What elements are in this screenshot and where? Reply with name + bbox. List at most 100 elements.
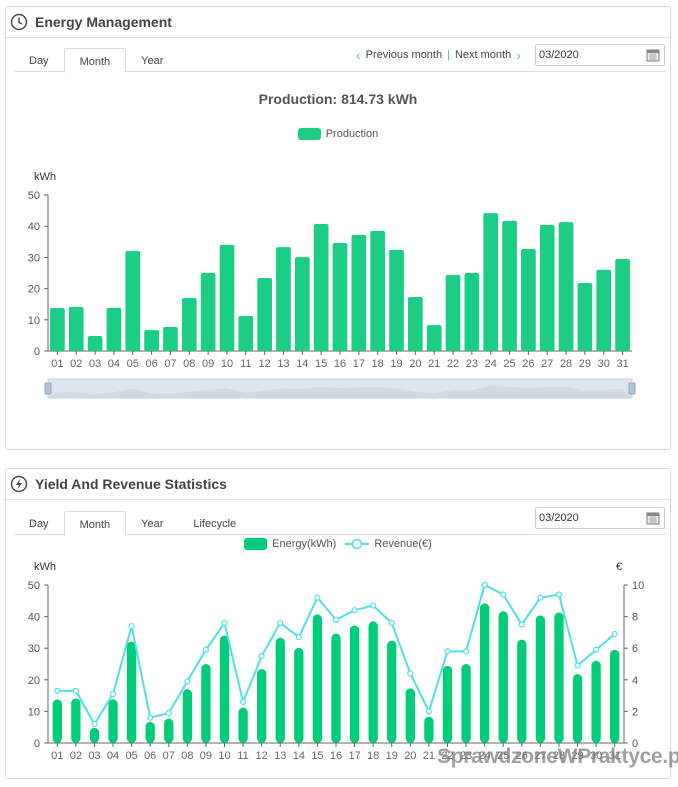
energy-bar-21	[424, 716, 434, 743]
x-tick-label: 15	[311, 750, 323, 762]
energy-bar-02	[71, 698, 81, 743]
yield-revenue-panel: Yield And Revenue Statistics Day Month Y…	[5, 468, 671, 779]
bar-20	[408, 297, 423, 351]
x-tick-label: 17	[353, 358, 365, 370]
bar-30	[596, 269, 612, 351]
revenue-point-02	[72, 687, 79, 694]
bar-26	[521, 248, 536, 351]
energy-bar-26	[517, 639, 527, 743]
x-tick-label: 21	[423, 750, 435, 762]
x-tick-label: 14	[293, 750, 305, 762]
energy-bar-27	[535, 615, 546, 743]
x-tick-label: 02	[70, 358, 82, 370]
y2-tick-label: 6	[632, 643, 638, 655]
x-tick-label: 02	[70, 750, 82, 762]
revenue-point-30	[593, 646, 600, 653]
energy-bar-10	[219, 635, 230, 743]
bar-03	[87, 336, 103, 351]
bar-08	[181, 297, 197, 351]
revenue-point-01	[54, 687, 61, 694]
x-tick-label: 23	[466, 358, 478, 370]
revenue-point-15	[314, 594, 321, 601]
revenue-point-31	[611, 630, 618, 638]
energy-bar-23	[461, 664, 471, 743]
revenue-point-26	[518, 621, 525, 628]
revenue-point-23	[462, 648, 470, 655]
bar-12	[257, 277, 272, 351]
y-tick-label: 20	[28, 284, 40, 296]
revenue-point-17	[351, 607, 358, 614]
x-tick-label: 20	[404, 750, 416, 762]
y2-tick-label: 10	[632, 580, 644, 592]
energy-bar-31	[610, 649, 620, 743]
energy-bar-13	[275, 637, 285, 743]
energy-bar-09	[201, 664, 211, 743]
x-tick-label: 19	[386, 750, 398, 762]
y-tick-label: 0	[34, 738, 40, 750]
x-tick-label: 08	[181, 750, 193, 762]
revenue-point-22	[444, 648, 451, 655]
y-tick-label: 40	[28, 221, 40, 233]
bar-05	[125, 250, 141, 351]
revenue-point-16	[332, 616, 340, 623]
energy-bar-15	[312, 614, 323, 743]
revenue-point-09	[202, 646, 210, 653]
bar-27	[539, 224, 555, 351]
x-tick-label: 09	[202, 358, 214, 370]
energy-bar-05	[126, 641, 137, 743]
revenue-point-13	[277, 619, 284, 627]
y-tick-label: 50	[28, 190, 40, 202]
y-tick-label: 30	[28, 643, 40, 655]
y2-axis-unit: €	[616, 561, 622, 573]
x-tick-label: 22	[447, 358, 459, 370]
bar-22	[445, 274, 461, 351]
bar-18	[370, 230, 386, 351]
x-tick-label: 27	[541, 358, 553, 370]
y2-tick-label: 2	[632, 706, 638, 718]
y-tick-label: 0	[34, 346, 40, 358]
x-tick-label: 15	[315, 358, 327, 370]
y-axis-unit: kWh	[34, 171, 56, 183]
y2-tick-label: 8	[632, 612, 638, 624]
x-tick-label: 19	[390, 358, 402, 370]
x-tick-label: 08	[183, 358, 195, 370]
y-tick-label: 30	[28, 252, 40, 264]
y-tick-label: 40	[28, 612, 40, 624]
x-tick-label: 28	[560, 358, 572, 370]
x-tick-label: 13	[274, 750, 286, 762]
x-tick-label: 13	[277, 358, 289, 370]
bar-09	[200, 273, 216, 351]
x-tick-label: 11	[240, 358, 251, 370]
x-tick-label: 01	[51, 750, 63, 762]
watermark: SprawdzoneWPraktyce.pl	[437, 745, 678, 768]
x-tick-label: 07	[164, 358, 176, 370]
x-tick-label: 16	[330, 750, 342, 762]
bar-02	[68, 307, 84, 351]
x-tick-label: 18	[372, 358, 384, 370]
energy-bar-30	[591, 660, 601, 743]
x-tick-label: 14	[296, 358, 308, 370]
bar-06	[144, 330, 159, 351]
revenue-point-11	[239, 698, 247, 706]
revenue-point-25	[500, 591, 507, 598]
bar-01	[50, 307, 65, 351]
y2-tick-label: 4	[632, 675, 638, 687]
energy-management-panel: Energy Management Day Month Year ‹ Previ…	[5, 6, 671, 450]
energy-bar-20	[405, 688, 415, 743]
x-tick-label: 20	[409, 358, 421, 370]
x-tick-label: 10	[218, 750, 230, 762]
bar-31	[615, 258, 630, 351]
x-tick-label: 18	[367, 750, 379, 762]
bar-23	[464, 273, 480, 351]
x-tick-label: 17	[348, 750, 360, 762]
energy-bar-19	[387, 640, 397, 743]
revenue-point-29	[574, 662, 581, 669]
y-axis-unit: kWh	[34, 561, 56, 573]
revenue-point-28	[555, 591, 563, 598]
y-tick-label: 50	[28, 580, 40, 592]
x-tick-label: 05	[127, 358, 139, 370]
bar-28	[558, 222, 574, 351]
bar-15	[313, 224, 329, 351]
slider-handle-left[interactable]	[44, 382, 52, 395]
slider-handle-right[interactable]	[628, 382, 636, 395]
